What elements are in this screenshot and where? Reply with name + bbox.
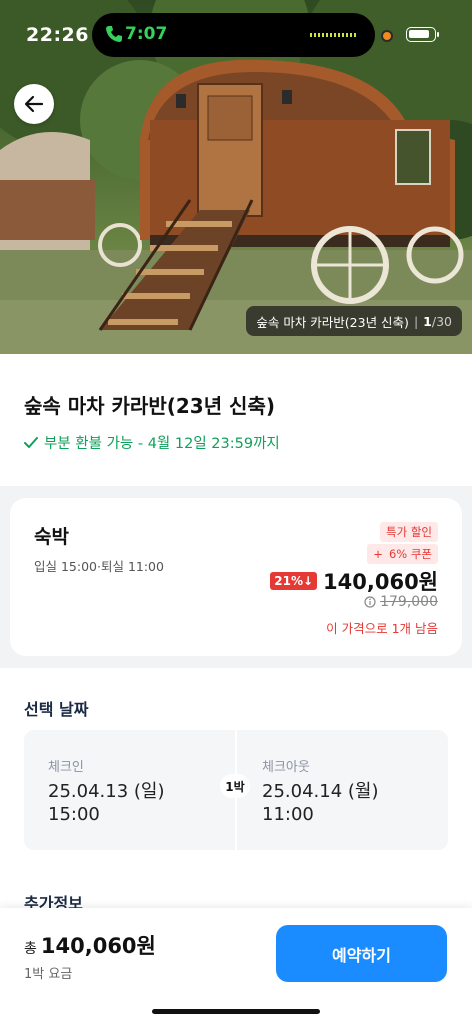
check-icon: [24, 436, 38, 448]
checkin-value: 25.04.13 (일) 15:00: [48, 780, 164, 826]
refund-policy-text: 부분 환불 가능 - 4월 12일 23:59까지: [44, 436, 280, 452]
total-price: 140,060원: [40, 934, 156, 958]
selected-dates-section: 선택 날짜 체크인 25.04.13 (일) 15:00 체크아웃 25.04.…: [0, 668, 472, 913]
checkout-panel[interactable]: 체크아웃 25.04.14 (월) 11:00: [238, 730, 448, 850]
original-price-row[interactable]: 179,000: [364, 594, 438, 610]
special-sale-badge: 특가 할인: [380, 522, 438, 542]
battery-cap: [437, 32, 439, 37]
photo-current-index: 1: [423, 313, 432, 329]
status-bar: 22:26 7:07: [0, 0, 472, 62]
check-in-out-times: 입실 15:00·퇴실 11:00: [34, 559, 164, 574]
room-photo-gallery[interactable]: 22:26 7:07 숲속 마차 카라반(23년 신축) | 1 / 30: [0, 0, 472, 354]
total-price-line: 총 140,060원: [24, 930, 156, 960]
total-prefix: 총: [24, 941, 37, 957]
discount-rate-badge: 21%↓: [270, 572, 318, 590]
coupon-badge-text: 6% 쿠폰: [388, 547, 432, 561]
back-button[interactable]: [14, 84, 54, 124]
room-title: 숲속 마차 카라반(23년 신축): [24, 394, 276, 418]
selected-dates-title: 선택 날짜: [24, 700, 89, 719]
dynamic-island: 7:07: [92, 13, 375, 57]
original-price: 179,000: [380, 594, 438, 610]
checkout-time: 11:00: [262, 804, 314, 825]
checkin-date: 25.04.13 (일): [48, 781, 165, 802]
checkout-label: 체크아웃: [262, 760, 310, 775]
date-selector[interactable]: 체크인 25.04.13 (일) 15:00 체크아웃 25.04.14 (월)…: [24, 730, 448, 850]
refund-policy[interactable]: 부분 환불 가능 - 4월 12일 23:59까지: [24, 432, 280, 453]
call-timer: 7:07: [125, 24, 168, 44]
camera-indicator-icon: [381, 30, 393, 42]
photo-total-count: 30: [436, 313, 452, 329]
coupon-badge: +6% 쿠폰: [367, 544, 438, 564]
audio-wave-icon: [310, 33, 358, 37]
checkout-date: 25.04.14 (월): [262, 781, 379, 802]
caption-divider: |: [413, 313, 419, 329]
stay-type-label: 숙박: [34, 526, 69, 548]
offer-section: 숙박 입실 15:00·퇴실 11:00 특가 할인 +6% 쿠폰 21%↓ 1…: [0, 486, 472, 668]
price-basis-label: 1박 요금: [24, 967, 73, 982]
nights-badge: 1박: [220, 774, 250, 798]
photo-counter: 숲속 마차 카라반(23년 신축) | 1 / 30: [246, 306, 462, 336]
status-time: 22:26: [26, 24, 89, 46]
checkout-value: 25.04.14 (월) 11:00: [262, 780, 378, 826]
book-button[interactable]: 예약하기: [276, 925, 447, 982]
photo-caption-name: 숲속 마차 카라반(23년 신축): [256, 314, 409, 330]
back-arrow-icon: [24, 95, 44, 113]
room-title-section: 숲속 마차 카라반(23년 신축) 부분 환불 가능 - 4월 12일 23:5…: [0, 354, 472, 486]
battery-icon: [406, 27, 436, 42]
coupon-plus: +: [373, 547, 383, 561]
remaining-rooms-note: 이 가격으로 1개 남음: [326, 621, 438, 636]
home-indicator[interactable]: [152, 1009, 320, 1014]
price-row: 21%↓ 140,060원: [270, 566, 438, 596]
stay-offer-card[interactable]: 숙박 입실 15:00·퇴실 11:00 특가 할인 +6% 쿠폰 21%↓ 1…: [10, 498, 462, 656]
checkin-panel[interactable]: 체크인 25.04.13 (일) 15:00: [24, 730, 234, 850]
phone-icon: [106, 26, 122, 42]
offer-price: 140,060원: [323, 570, 438, 594]
checkin-label: 체크인: [48, 760, 84, 775]
info-circle-icon[interactable]: [364, 596, 376, 608]
checkin-time: 15:00: [48, 804, 100, 825]
booking-bar: 총 140,060원 1박 요금 예약하기: [0, 908, 472, 1024]
